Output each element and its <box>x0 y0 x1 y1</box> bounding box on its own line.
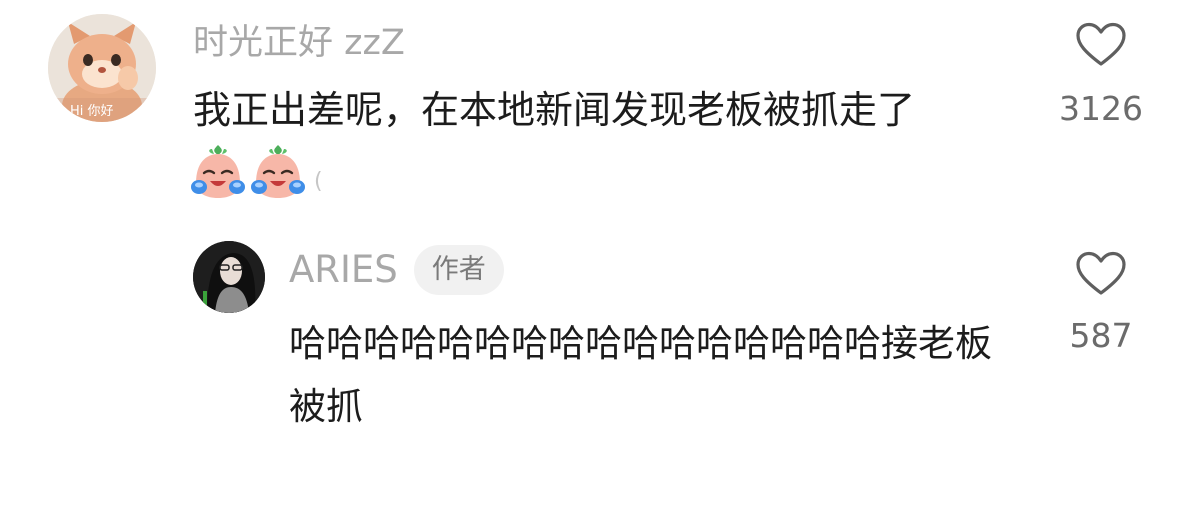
username[interactable]: 时光正好 zzZ <box>193 18 405 68</box>
crying-laugh-emoji <box>191 145 245 198</box>
crying-laugh-emoji <box>251 145 305 198</box>
emoji-trail: ( <box>314 168 323 194</box>
avatar-caption: Hi 你好 <box>70 104 114 119</box>
avatar-image <box>193 241 265 313</box>
like-count: 3126 <box>1059 89 1143 128</box>
heart-outline-icon[interactable] <box>1075 251 1127 297</box>
reply-text: 哈哈哈哈哈哈哈哈哈哈哈哈哈哈哈哈接老板被抓 <box>289 322 992 428</box>
heart-outline-icon[interactable] <box>1075 22 1127 68</box>
emoji-row: ( <box>190 140 323 204</box>
reply-avatar[interactable] <box>193 241 265 313</box>
like-count: 587 <box>1069 316 1133 355</box>
reply-header: ARIES 作者 <box>289 244 504 296</box>
comment-text: 我正出差呢，在本地新闻发现老板被抓走了 <box>193 88 916 132</box>
avatar[interactable]: Hi 你好 <box>48 14 156 122</box>
username[interactable]: ARIES <box>289 244 398 296</box>
author-badge: 作者 <box>413 245 504 295</box>
